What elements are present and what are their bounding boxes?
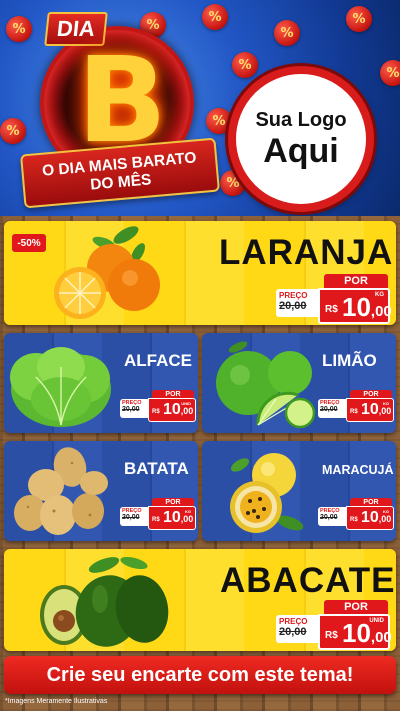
- old-price-box: PREÇO 20,00: [120, 507, 149, 526]
- price-tag: POR PREÇO 20,00 R$ 10,00 KG: [318, 498, 394, 531]
- badge-ribbon: O DIA MAIS BARATO DO MÊS: [20, 137, 220, 209]
- lime-image: [216, 341, 316, 429]
- product-name: ABACATE: [220, 561, 396, 600]
- new-price-box: R$ 10,00 KG: [346, 398, 394, 422]
- product-card-abacate[interactable]: ABACATE POR PREÇO 20,00 R$ 10,00 UNID: [4, 549, 396, 651]
- price-unit: UNID: [369, 618, 384, 624]
- percent-coin-icon: %: [232, 52, 258, 78]
- product-card-laranja[interactable]: -50% LARANJA POR PREÇO 20,00 R$ 10,00 KG: [4, 221, 396, 325]
- preco-label: PREÇO: [279, 291, 308, 300]
- new-price-box: R$ 10,00 UNID: [318, 614, 392, 650]
- currency-symbol: R$: [350, 517, 358, 523]
- percent-coin-icon: %: [274, 20, 300, 46]
- old-price: 20,00: [279, 300, 307, 312]
- passion-fruit-image: [230, 453, 304, 533]
- price-unit: UNID: [181, 401, 191, 406]
- price-tag: POR PREÇO 20,00 R$ 10,00 UNID: [120, 390, 196, 423]
- product-name: MARACUJÁ: [322, 463, 394, 477]
- new-price-box: R$ 10,00 UNID: [148, 398, 196, 422]
- logo-line-2: Aqui: [263, 131, 339, 170]
- currency-symbol: R$: [152, 517, 160, 523]
- old-price: 20,00: [122, 514, 140, 521]
- preco-label: PREÇO: [279, 617, 308, 626]
- header-banner: % % % % % % % % % % DIA B O DIA MAIS BAR…: [0, 0, 400, 216]
- old-price: 20,00: [122, 406, 140, 413]
- por-label: POR: [324, 274, 388, 288]
- price-tag: POR PREÇO 20,00 R$ 10,00 KG: [120, 498, 196, 531]
- dia-b-badge: DIA B O DIA MAIS BARATO DO MÊS: [20, 12, 220, 209]
- currency-symbol: R$: [152, 409, 160, 415]
- orange-image: [54, 226, 160, 319]
- price-unit: KG: [383, 401, 389, 406]
- avocado-image: [40, 556, 169, 647]
- product-name: LIMÃO: [322, 351, 377, 370]
- create-flyer-button[interactable]: Crie seu encarte com este tema!: [4, 656, 396, 694]
- old-price: 20,00: [279, 626, 307, 638]
- price-tag: POR PREÇO 20,00 R$ 10,00 KG: [318, 390, 394, 423]
- old-price-box: PREÇO 20,00: [276, 289, 320, 317]
- currency-symbol: R$: [350, 409, 358, 415]
- por-label: POR: [324, 600, 388, 614]
- price-unit: KG: [375, 292, 384, 298]
- new-price-box: R$ 10,00 KG: [148, 506, 196, 530]
- potato-image: [14, 447, 108, 535]
- logo-placeholder[interactable]: Sua Logo Aqui: [228, 66, 374, 212]
- footnote: *Imagens Meramente Ilustrativas: [5, 698, 108, 705]
- product-card-alface[interactable]: ALFACE POR PREÇO 20,00 R$ 10,00 UNID: [4, 333, 198, 433]
- currency-symbol: R$: [325, 304, 338, 315]
- old-price-box: PREÇO 20,00: [318, 399, 347, 418]
- lettuce-image: [10, 347, 111, 427]
- price-tag: POR PREÇO 20,00 R$ 10,00 KG: [276, 274, 392, 324]
- currency-symbol: R$: [325, 630, 338, 641]
- price-unit: KG: [383, 509, 389, 514]
- old-price-box: PREÇO 20,00: [276, 615, 320, 643]
- percent-coin-icon: %: [380, 60, 400, 86]
- new-price-box: R$ 10,00 KG: [346, 506, 394, 530]
- product-card-limao[interactable]: LIMÃO POR PREÇO 20,00 R$ 10,00 KG: [202, 333, 396, 433]
- new-price-box: R$ 10,00 KG: [318, 288, 392, 324]
- price-value: 10,00: [342, 292, 392, 322]
- old-price-box: PREÇO 20,00: [120, 399, 149, 418]
- price-unit: KG: [185, 509, 191, 514]
- product-name: LARANJA: [219, 233, 394, 272]
- product-card-maracuja[interactable]: MARACUJÁ POR PREÇO 20,00 R$ 10,00 KG: [202, 441, 396, 541]
- price-tag: POR PREÇO 20,00 R$ 10,00 UNID: [276, 600, 392, 650]
- product-name: BATATA: [124, 459, 189, 478]
- old-price: 20,00: [320, 406, 338, 413]
- old-price: 20,00: [320, 514, 338, 521]
- old-price-box: PREÇO 20,00: [318, 507, 347, 526]
- discount-badge: -50%: [12, 234, 46, 252]
- percent-coin-icon: %: [346, 6, 372, 32]
- price-value: 10,00: [342, 618, 392, 648]
- product-name: ALFACE: [124, 351, 192, 370]
- product-card-batata[interactable]: BATATA POR PREÇO 20,00 R$ 10,00 KG: [4, 441, 198, 541]
- logo-line-1: Sua Logo: [255, 108, 347, 131]
